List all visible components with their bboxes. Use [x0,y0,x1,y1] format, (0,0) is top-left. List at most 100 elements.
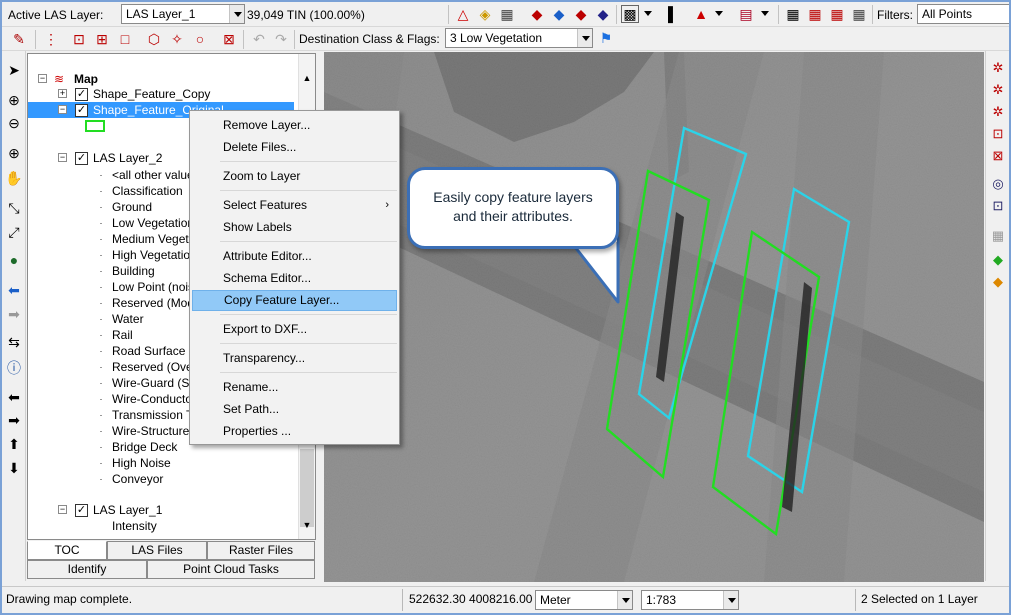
menu-item-show-labels[interactable]: Show Labels [192,217,397,238]
tree-leaf[interactable]: Ground [112,199,152,215]
tree-leaf[interactable]: Medium Vegetat [112,231,199,247]
zoom-full-icon[interactable]: ⤢ [5,223,23,241]
tree-leaf[interactable]: Bridge Deck [112,439,177,455]
tree-leaf[interactable]: Water [112,311,144,327]
layer-sort-icon[interactable]: ◆ [594,5,612,23]
measure-icon[interactable]: ⇆ [5,333,23,351]
menu-item-delete-files[interactable]: Delete Files... [192,137,397,158]
grid-icon[interactable]: ▦ [784,5,802,23]
zoom-out-icon[interactable]: ⊖ [5,114,23,132]
chevron-down-icon[interactable] [229,5,244,23]
tree-leaf[interactable]: Classification [112,183,183,199]
tree-leaf[interactable]: Road Surface [112,343,185,359]
chevron-down-icon[interactable] [577,29,592,47]
tree-leaf[interactable]: High Noise [112,455,171,471]
select-lasso-icon[interactable]: ✧ [168,30,186,48]
chevron-down-icon[interactable] [644,11,652,20]
tree-leaf[interactable]: Wire-Guard (Shi [112,375,199,391]
scroll-up-icon[interactable]: ▲ [299,70,315,87]
layer-blue-icon[interactable]: ◆ [550,5,568,23]
tree-leaf[interactable]: Reserved (Mode [112,295,201,311]
tab-point-cloud-tasks[interactable]: Point Cloud Tasks [147,560,315,579]
menu-item-remove-layer[interactable]: Remove Layer... [192,115,397,136]
move-left-icon[interactable]: ⬅ [5,388,23,406]
zoom-extent-icon[interactable]: ⤡ [5,199,23,217]
scroll-down-icon[interactable]: ▼ [299,517,315,534]
units-combo[interactable]: Meter [535,590,633,610]
layer-red-icon[interactable]: ◆ [528,5,546,23]
tree-leaf[interactable]: <all other values [112,167,200,183]
chevron-down-icon[interactable] [617,591,632,609]
back-arrow-icon[interactable]: ⬅ [5,281,23,299]
menu-item-copy-feature-layer[interactable]: Copy Feature Layer... [192,290,397,311]
menu-item-zoom-to-layer[interactable]: Zoom to Layer [192,166,397,187]
tree-leaf[interactable]: Conveyor [112,471,163,487]
expand-icon[interactable]: + [58,89,67,98]
undo-icon[interactable]: ↶ [250,30,268,48]
move-down-icon[interactable]: ⬇ [5,459,23,477]
shapes-icon[interactable]: ◈ [476,5,494,23]
grid-disabled-icon[interactable]: ▦ [989,227,1007,245]
diamond-green-icon[interactable]: ◆ [989,251,1007,269]
triangle-tin-icon[interactable]: △ [454,5,472,23]
diamond-orange-icon[interactable]: ◆ [989,273,1007,291]
tree-leaf[interactable]: Wire-Structure C [112,423,201,439]
info-icon[interactable]: ⓘ [5,359,23,377]
elevation-color-icon[interactable]: ▲ [692,5,710,23]
tree-leaf[interactable]: Reserved (Over [112,359,197,375]
tree-leaf[interactable]: Wire-Conductor [112,391,196,407]
move-right-icon[interactable]: ➡ [5,411,23,429]
feature-symbol-swatch[interactable] [85,120,105,132]
select-rect-icon[interactable]: □ [116,30,134,48]
collapse-icon[interactable]: − [58,505,67,514]
collapse-icon[interactable]: − [58,153,67,162]
menu-item-transparency[interactable]: Transparency... [192,348,397,369]
menu-item-properties[interactable]: Properties ... [192,421,397,442]
tree-node-layer[interactable]: + ✓ Shape_Feature_Copy [58,86,298,102]
select-all-icon[interactable]: ⊠ [220,30,238,48]
chevron-down-icon[interactable] [723,591,738,609]
stats-icon[interactable]: ▦ [498,5,516,23]
frame-target-icon[interactable]: ⊡ [989,197,1007,215]
tab-raster-files[interactable]: Raster Files [207,541,315,560]
select-box-dots-icon[interactable]: ⊞ [93,30,111,48]
graph-icon[interactable]: ▤ [737,5,755,23]
menu-item-schema-editor[interactable]: Schema Editor... [192,268,397,289]
crosshair-add-icon[interactable]: ✲ [989,81,1007,99]
pointer-icon[interactable]: ➤ [5,61,23,79]
redo-icon[interactable]: ↷ [272,30,290,48]
tab-identify[interactable]: Identify [27,560,147,579]
pan-hand-icon[interactable]: ✋ [5,169,23,187]
vertex-select-icon[interactable]: ⊡ [989,125,1007,143]
collapse-icon[interactable]: − [38,74,47,83]
menu-item-attribute-editor[interactable]: Attribute Editor... [192,246,397,267]
vertex-edit-icon[interactable]: ⊠ [989,147,1007,165]
tab-las-files[interactable]: LAS Files [107,541,207,560]
menu-item-set-path[interactable]: Set Path... [192,399,397,420]
menu-item-rename[interactable]: Rename... [192,377,397,398]
crosshair-select-icon[interactable]: ✲ [989,59,1007,77]
map-view[interactable] [324,52,984,582]
select-poly-icon[interactable]: ⬡ [145,30,163,48]
contrast-icon[interactable]: ▌ [664,5,682,23]
scroll-thumb[interactable] [300,449,314,527]
tree-leaf[interactable]: Building [112,263,155,279]
flag-icon[interactable]: ⚑ [597,29,615,47]
zoom-box-icon[interactable]: ⊕ [5,144,23,162]
chevron-down-icon[interactable] [761,11,769,20]
checker-icon[interactable]: ▩ [621,5,639,23]
target-icon[interactable]: ◎ [989,175,1007,193]
layer-visibility-checkbox[interactable]: ✓ [75,88,88,101]
crosshair-remove-icon[interactable]: ✲ [989,103,1007,121]
zoom-in-icon[interactable]: ⊕ [5,91,23,109]
pencil-lidar-icon[interactable]: ✎ [10,30,28,48]
scale-combo[interactable]: 1:783 [641,590,739,610]
tree-leaf[interactable]: Transmission To [112,407,199,423]
forward-arrow-icon[interactable]: ➡ [5,305,23,323]
collapse-icon[interactable]: − [58,105,67,114]
chevron-down-icon[interactable] [715,11,723,20]
grid-edit-icon[interactable]: ▦ [828,5,846,23]
tree-leaf[interactable]: Low Vegetation [112,215,194,231]
tree-leaf[interactable]: Low Point (noise [112,279,201,295]
destination-class-combo[interactable]: 3 Low Vegetation [445,28,593,48]
